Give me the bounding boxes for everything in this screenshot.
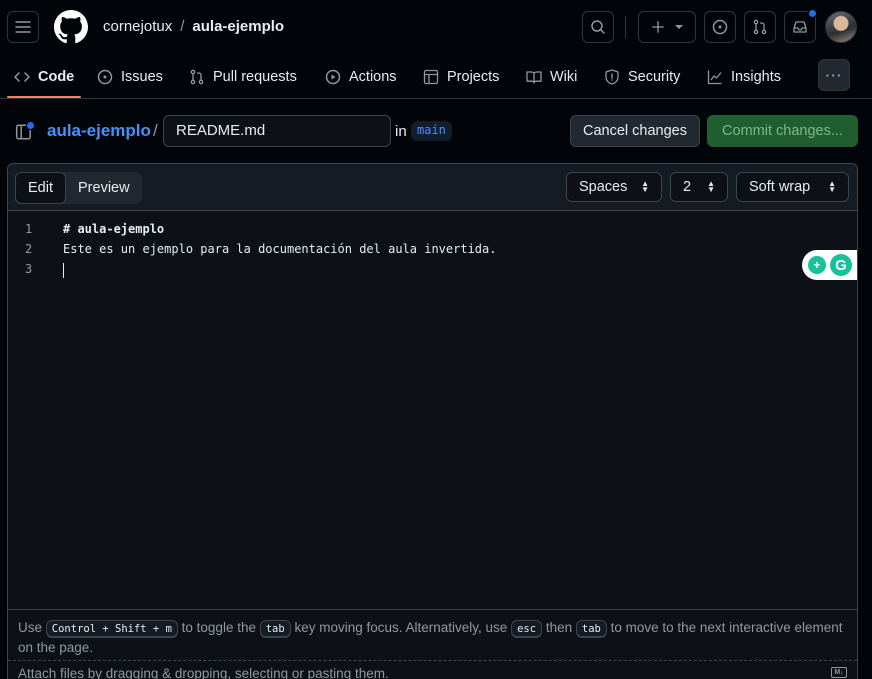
- breadcrumb: cornejotux / aula-ejemplo: [103, 18, 284, 35]
- menu-button[interactable]: [7, 11, 39, 43]
- plus-icon: [652, 21, 664, 33]
- tab-security-label: Security: [628, 69, 681, 85]
- global-header: cornejotux / aula-ejemplo: [0, 0, 872, 54]
- repo-name-link[interactable]: aula-ejemplo: [47, 121, 151, 141]
- indent-size-select[interactable]: 2 ▲ ▼: [670, 172, 728, 202]
- cancel-changes-button[interactable]: Cancel changes: [570, 115, 700, 147]
- active-tab-indicator: [7, 96, 81, 98]
- hint-text: key moving focus. Alternatively, use: [294, 620, 508, 635]
- file-tree-dot: [26, 121, 35, 130]
- pull-request-icon: [190, 69, 204, 85]
- path-separator: /: [153, 121, 158, 140]
- line-number: 1: [25, 222, 33, 236]
- line-number: 2: [25, 242, 33, 256]
- text-caret: [63, 263, 64, 278]
- notification-dot: [808, 9, 817, 18]
- file-editor: Edit Preview Spaces ▲ ▼ 2 ▲ ▼ Soft wrap ▲ ▼…: [7, 163, 858, 679]
- create-new-button[interactable]: [638, 11, 696, 43]
- tab-code[interactable]: Code: [14, 66, 74, 88]
- github-logo-icon[interactable]: [54, 10, 88, 44]
- branch-label[interactable]: main: [411, 121, 452, 141]
- hint-text: to toggle the: [181, 620, 256, 635]
- editor-footer: Use Control + Shift + m to toggle the ta…: [8, 609, 857, 679]
- code-line: Este es un ejemplo para la documentación…: [63, 242, 497, 256]
- search-icon: [591, 20, 605, 34]
- tab-actions-label: Actions: [349, 69, 397, 85]
- wrap-mode-value: Soft wrap: [749, 179, 811, 195]
- in-label: in: [395, 123, 407, 140]
- filename-input[interactable]: README.md: [163, 115, 391, 147]
- hint-text: then: [545, 620, 573, 635]
- tab-projects-label: Projects: [447, 69, 500, 85]
- kbd-tab: tab: [575, 620, 607, 638]
- repo-nav: Code Issues Pull requests Actions Projec…: [0, 54, 872, 99]
- tab-actions[interactable]: Actions: [325, 66, 397, 88]
- select-arrows-icon: ▲ ▼: [707, 179, 715, 194]
- attach-label: Attach files by dragging & dropping, sel…: [18, 666, 389, 679]
- tab-security[interactable]: Security: [604, 66, 680, 88]
- indent-mode-value: Spaces: [579, 179, 628, 195]
- breadcrumb-separator: /: [180, 18, 185, 35]
- code-line: # aula-ejemplo: [63, 222, 165, 236]
- commit-changes-button[interactable]: Commit changes...: [707, 115, 858, 147]
- caret-down-icon: [675, 25, 683, 29]
- owner-link[interactable]: cornejotux: [103, 18, 172, 35]
- grammarly-logo-icon[interactable]: G: [830, 254, 852, 276]
- grammarly-widget[interactable]: + G: [802, 250, 857, 280]
- kbd-tab: tab: [259, 620, 291, 638]
- tab-pull-requests-label: Pull requests: [213, 69, 297, 85]
- tab-code-label: Code: [38, 69, 75, 85]
- actions-icon: [325, 69, 341, 85]
- indent-mode-select[interactable]: Spaces ▲ ▼: [566, 172, 662, 202]
- avatar[interactable]: [825, 11, 857, 43]
- markdown-icon[interactable]: M↓: [831, 667, 847, 678]
- graph-icon: [707, 70, 722, 85]
- code-icon: [14, 72, 30, 82]
- tab-preview[interactable]: Preview: [66, 172, 142, 204]
- shield-icon: [605, 69, 619, 85]
- hamburger-icon: [15, 21, 31, 33]
- kbd-esc: esc: [511, 620, 543, 638]
- tab-edit[interactable]: Edit: [15, 172, 66, 204]
- repo-link[interactable]: aula-ejemplo: [192, 18, 284, 35]
- more-nav-button[interactable]: ···: [818, 59, 850, 91]
- select-arrows-icon: ▲ ▼: [828, 179, 836, 194]
- select-arrows-icon: ▲ ▼: [641, 179, 649, 194]
- issue-icon: [97, 69, 113, 85]
- projects-icon: [423, 69, 439, 85]
- tab-pull-requests[interactable]: Pull requests: [189, 66, 297, 88]
- lightbulb-icon[interactable]: +: [808, 256, 826, 274]
- tab-issues[interactable]: Issues: [97, 66, 163, 88]
- search-button[interactable]: [582, 11, 614, 43]
- wiki-icon: [526, 71, 542, 84]
- tab-wiki-label: Wiki: [550, 69, 578, 85]
- hint-text: Use: [18, 620, 43, 635]
- attach-files-area[interactable]: Attach files by dragging & dropping, sel…: [8, 660, 857, 679]
- keyboard-hint: Use Control + Shift + m to toggle the ta…: [8, 610, 857, 663]
- pull-request-icon: [753, 19, 767, 35]
- editor-toolbar: Edit Preview Spaces ▲ ▼ 2 ▲ ▼ Soft wrap ▲ ▼: [8, 164, 857, 211]
- indent-size-value: 2: [683, 179, 692, 195]
- issue-opened-icon: [712, 19, 728, 35]
- tab-issues-label: Issues: [121, 69, 163, 85]
- header-divider: [625, 16, 626, 38]
- issues-button[interactable]: [704, 11, 736, 43]
- tab-insights[interactable]: Insights: [707, 66, 781, 88]
- pull-requests-button[interactable]: [744, 11, 776, 43]
- tab-insights-label: Insights: [731, 69, 781, 85]
- wrap-mode-select[interactable]: Soft wrap ▲ ▼: [736, 172, 849, 202]
- inbox-icon: [793, 21, 807, 33]
- kbd-toggle: Control + Shift + m: [45, 620, 178, 638]
- tab-wiki[interactable]: Wiki: [526, 66, 577, 88]
- editor-tabs: Edit Preview: [15, 172, 142, 204]
- line-number: 3: [25, 262, 33, 276]
- tab-projects[interactable]: Projects: [423, 66, 499, 88]
